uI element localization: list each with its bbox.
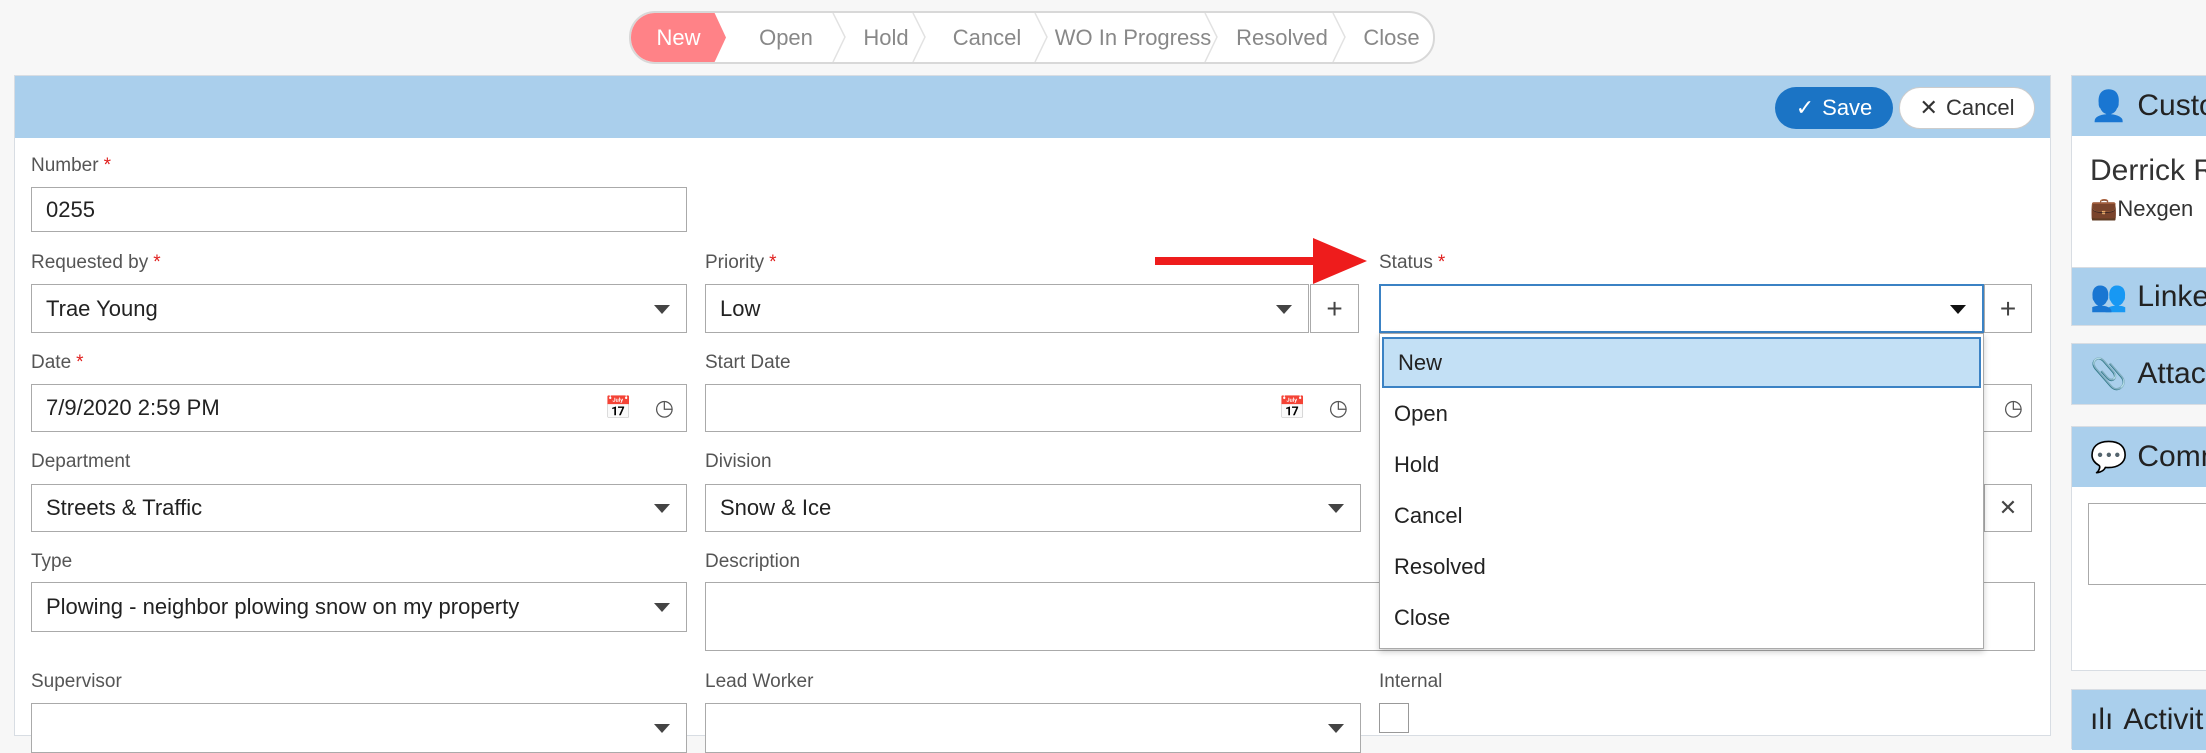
paperclip-icon: 📎 [2090,357,2128,391]
status-label: Status * [1379,252,1446,273]
stage-wo-in-progress[interactable]: WO In Progress [1048,13,1218,62]
activity-icon: ılı [2090,703,2114,736]
stage-new[interactable]: New [631,13,726,62]
status-dropdown-list: New Open Hold Cancel Resolved Close [1379,333,1984,649]
red-arrow-annotation [1155,238,1367,284]
chevron-separator [1204,13,1218,62]
internal-label: Internal [1379,671,1443,692]
lead-worker-select[interactable] [705,703,1361,753]
chevron-down-icon [654,504,670,513]
form-header: ✓ Save ✕ Cancel [15,76,2050,138]
chevron-down-icon [654,304,670,314]
chevron-down-icon [1328,504,1344,513]
status-option-hold[interactable]: Hold [1380,439,1983,490]
stage-resolved[interactable]: Resolved [1218,13,1346,62]
chevron-separator [1034,13,1048,62]
clock-icon[interactable]: ◷ [655,395,674,421]
save-button[interactable]: ✓ Save [1775,87,1893,129]
linked-card: 👥 Linke [2071,267,2206,326]
briefcase-icon: 💼 [2090,196,2118,221]
attachments-card: 📎Attach [2071,343,2206,405]
status-option-resolved[interactable]: Resolved [1380,541,1983,592]
type-label: Type [31,551,73,572]
chevron-separator [832,13,846,62]
requested-by-select[interactable]: Trae Young [31,284,687,333]
type-select[interactable]: Plowing - neighbor plowing snow on my pr… [31,582,687,632]
customer-header[interactable]: 👤Custo [2072,76,2206,136]
status-option-new[interactable]: New [1382,337,1981,388]
customer-icon: 👤 [2090,89,2128,123]
chevron-down-icon [654,603,670,612]
supervisor-label: Supervisor [31,671,122,692]
close-icon: ✕ [1919,95,1938,120]
comments-icon: 💬 [2090,440,2128,474]
department-select[interactable]: Streets & Traffic [31,484,687,532]
activity-card: ılı Activit [2071,689,2206,750]
clock-icon[interactable]: ◷ [1329,395,1348,421]
clear-button[interactable]: ✕ [1984,484,2032,532]
chevron-separator [1332,13,1346,62]
customer-name: Derrick R [2090,154,2206,187]
date-input[interactable]: 7/9/2020 2:59 PM 📅 ◷ [31,384,687,432]
cancel-button[interactable]: ✕ Cancel [1899,87,2035,129]
status-option-cancel[interactable]: Cancel [1380,490,1983,541]
stage-hold[interactable]: Hold [846,13,926,62]
clock-icon[interactable]: ◷ [2004,395,2023,421]
description-label: Description [705,551,801,572]
priority-select[interactable]: Low [705,284,1309,333]
plus-icon: + [1326,292,1343,324]
linked-header[interactable]: 👥 Linke [2072,268,2206,325]
department-label: Department [31,451,131,472]
start-date-label: Start Date [705,352,791,373]
lead-worker-label: Lead Worker [705,671,814,692]
internal-checkbox[interactable] [1379,703,1409,733]
chevron-down-icon [1276,304,1292,314]
division-select[interactable]: Snow & Ice [705,484,1361,532]
plus-icon: + [1999,292,2017,324]
check-icon: ✓ [1795,95,1815,120]
priority-label: Priority * [705,252,777,273]
chevron-down-icon [654,724,670,733]
close-icon: ✕ [1998,495,2018,520]
chevron-down-icon [1950,304,1966,314]
date-label: Date * [31,352,84,373]
add-status-button[interactable]: + [1984,284,2032,333]
stage-close[interactable]: Close [1346,13,1433,62]
chevron-down-icon [1328,724,1344,733]
comment-input[interactable] [2088,503,2206,585]
chevron-separator [912,13,926,62]
division-label: Division [705,451,772,472]
activity-header[interactable]: ılı Activit [2072,690,2206,750]
stage-open[interactable]: Open [726,13,846,62]
stage-cancel[interactable]: Cancel [926,13,1048,62]
calendar-icon[interactable]: 📅 [605,395,632,421]
customer-card: 👤Custo Derrick R 💼Nexgen [2071,75,2206,285]
customer-company: 💼Nexgen [2090,196,2194,221]
number-input[interactable]: 0255 [31,187,687,232]
user-chat-icon: 👥 [2090,280,2128,313]
start-date-input[interactable]: 📅 ◷ [705,384,1361,432]
comments-header[interactable]: 💬Comm [2072,427,2206,487]
status-select[interactable] [1379,284,1984,333]
status-stage-bar: New Open Hold Cancel WO In Progress Resolved C… [629,11,1435,64]
add-priority-button[interactable]: + [1310,284,1359,333]
comments-card: 💬Comm [2071,426,2206,671]
number-label: Number * [31,155,111,176]
calendar-icon[interactable]: 📅 [1279,395,1306,421]
attachments-header[interactable]: 📎Attach [2072,344,2206,404]
requested-by-label: Requested by * [31,252,161,273]
status-option-open[interactable]: Open [1380,388,1983,439]
status-option-close[interactable]: Close [1380,592,1983,643]
supervisor-select[interactable] [31,703,687,753]
